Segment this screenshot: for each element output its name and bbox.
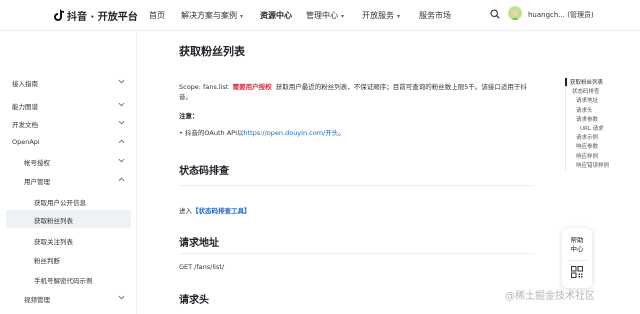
scope-description-cont: 音。 <box>179 93 192 101</box>
sidebar-item[interactable]: 用户管理 <box>0 171 137 189</box>
section-header-heading: 请求头 <box>179 295 209 306</box>
sidebar-item-label: 接入指南 <box>12 80 38 88</box>
sidebar-item[interactable]: 能力图谱 <box>0 96 137 114</box>
scope-prefix: Scope: fans.list <box>179 83 229 91</box>
section-address-heading: 请求地址 <box>179 238 219 249</box>
sidebar-item[interactable]: 获取粉丝列表 <box>6 210 131 228</box>
nav-item-label: 开放服务 <box>362 11 394 20</box>
note-bullet-text: • 抖音的OAuth API以 <box>179 129 244 137</box>
nav-item-label: 解决方案与案例 <box>181 11 237 20</box>
status-tool-line: 进入【状态码排查工具】 <box>179 205 251 215</box>
chevron-down-icon[interactable] <box>118 101 125 108</box>
nav-item[interactable]: 资源中心 <box>260 10 292 21</box>
doc-content: 获取粉丝列表 Scope: fans.list 需要用户授权 获取用户最近的粉丝… <box>137 31 562 314</box>
scope-badge: 需要用户授权 <box>232 83 272 91</box>
help-center-label[interactable]: 帮助 中心 <box>562 236 592 254</box>
sidebar-item[interactable]: 获取用户公开信息 <box>0 192 137 210</box>
page-title: 获取粉丝列表 <box>179 45 245 58</box>
note-bullet: • 抖音的OAuth API以https://open.douyin.com/开… <box>179 127 345 137</box>
chevron-up-icon[interactable] <box>118 138 125 145</box>
chevron-down-icon[interactable] <box>118 157 125 164</box>
toc-item[interactable]: 请求参数 <box>576 115 598 123</box>
section-status-heading: 状态码排查 <box>179 166 229 177</box>
nav-item[interactable]: 解决方案与案例 ▾ <box>181 10 243 21</box>
toc-item[interactable]: 请求示例 <box>576 133 598 141</box>
sidebar-item[interactable]: 视频管理 <box>0 289 137 307</box>
sidebar-item-label: 用户管理 <box>24 178 50 186</box>
toc-item[interactable]: 状态码排查 <box>572 87 600 95</box>
toc-item[interactable]: URL 请求 <box>580 124 604 132</box>
sidebar-item-label: 获取用户公开信息 <box>34 199 86 207</box>
nav-item[interactable]: 服务市场 <box>419 10 451 21</box>
chevron-down-icon[interactable] <box>118 294 125 301</box>
douyin-logo-icon <box>54 9 64 21</box>
qr-code-icon[interactable] <box>571 266 583 278</box>
sidebar-item-label: 视频管理 <box>24 296 50 304</box>
caret-down-icon: ▾ <box>240 13 244 20</box>
sidebar-item-label: 能力图谱 <box>12 103 38 111</box>
nav-item[interactable]: 首页 <box>149 10 165 21</box>
status-tool-link[interactable]: 【状态码排查工具】 <box>192 207 251 215</box>
sidebar-item[interactable]: 获取关注列表 <box>0 231 137 249</box>
toc-item[interactable]: 响应参数 <box>576 142 598 150</box>
nav-item-label: 管理中心 <box>306 11 338 20</box>
open-douyin-link[interactable]: https://open.douyin.com/开头 <box>244 129 339 137</box>
platform-logo[interactable]: 抖音 · 开放平台 <box>54 8 138 23</box>
sidebar-item-label: 获取粉丝列表 <box>34 217 73 225</box>
help-center-widget[interactable]: 帮助 中心 <box>562 228 592 288</box>
sidebar-item-label: 粉丝判断 <box>34 257 60 265</box>
request-address: GET /fans/list/ <box>179 263 225 271</box>
sidebar-item-label: 获取关注列表 <box>34 238 73 246</box>
user-avatar[interactable] <box>508 6 522 20</box>
scope-line: Scope: fans.list 需要用户授权 获取用户最近的粉丝列表，不保证顺… <box>179 81 527 91</box>
help-label-line2: 中心 <box>570 245 584 253</box>
user-name[interactable]: huangch... (管理员) <box>528 10 594 20</box>
watermark: @稀土掘金技术社区 <box>505 291 595 302</box>
scope-description: 获取用户最近的粉丝列表，不保证顺序；目前可查询的粉丝数上限5千。该接口适用于抖 <box>275 83 527 91</box>
divider <box>179 185 534 186</box>
nav-item-label: 首页 <box>149 11 165 20</box>
caret-down-icon: ▾ <box>397 13 401 20</box>
sidebar-item[interactable]: 手机号解密代码示例 <box>0 270 137 288</box>
sidebar-item-label: OpenApi <box>12 138 40 146</box>
top-navbar: 抖音 · 开放平台 首页 解决方案与案例 ▾ 资源中心 管理中心 ▾ 开放服务 ▾ 服务市场 h… <box>0 0 640 31</box>
nav-item-label: 服务市场 <box>419 11 451 20</box>
nav-item-label: 资源中心 <box>260 11 292 20</box>
toc-active-indicator <box>565 78 567 86</box>
sidebar-item-label: 帐号授权 <box>24 159 50 167</box>
sidebar-item[interactable]: 接入指南 <box>0 73 137 91</box>
toc-item[interactable]: 响应错误样例 <box>576 161 609 169</box>
toc-item[interactable]: 请求地址 <box>576 96 598 104</box>
status-tool-prefix: 进入 <box>179 207 192 215</box>
chevron-down-icon[interactable] <box>118 119 125 126</box>
divider <box>567 260 587 261</box>
nav-item[interactable]: 开放服务 ▾ <box>362 10 400 21</box>
logo-text: 抖音 · 开放平台 <box>67 11 138 23</box>
sidebar-item[interactable]: 帐号授权 <box>0 152 137 170</box>
chevron-up-icon[interactable] <box>118 176 125 183</box>
doc-sidebar: 接入指南能力图谱开发文档 OpenApi 帐号授权用户管理获取用户公开信息 获取粉丝列… <box>0 31 137 314</box>
note-bullet-suffix: 。 <box>338 129 345 137</box>
avatar-image-icon <box>508 7 522 20</box>
sidebar-item[interactable]: OpenApi <box>0 133 137 151</box>
chevron-down-icon[interactable] <box>118 78 125 85</box>
divider <box>179 253 534 254</box>
help-label-line1: 帮助 <box>570 236 584 244</box>
toc-item[interactable]: 获取粉丝列表 <box>570 78 603 86</box>
toc-item[interactable]: 响应样例 <box>576 152 598 160</box>
sidebar-item[interactable]: 粉丝判断 <box>0 250 137 268</box>
nav-item[interactable]: 管理中心 ▾ <box>306 10 344 21</box>
sidebar-item[interactable]: 开发文档 <box>0 114 137 132</box>
sidebar-item-label: 开发文档 <box>12 121 38 129</box>
note-title: 注意： <box>179 112 199 120</box>
toc-item[interactable]: 请求头 <box>576 106 593 114</box>
table-of-contents: 获取粉丝列表 状态码排查 请求地址请求头 请求参数 URL 请求 请求示例 响应参数响应样例… <box>565 78 637 170</box>
search-icon[interactable] <box>490 9 500 19</box>
sidebar-item-label: 手机号解密代码示例 <box>34 277 93 285</box>
caret-down-icon: ▾ <box>341 13 345 20</box>
